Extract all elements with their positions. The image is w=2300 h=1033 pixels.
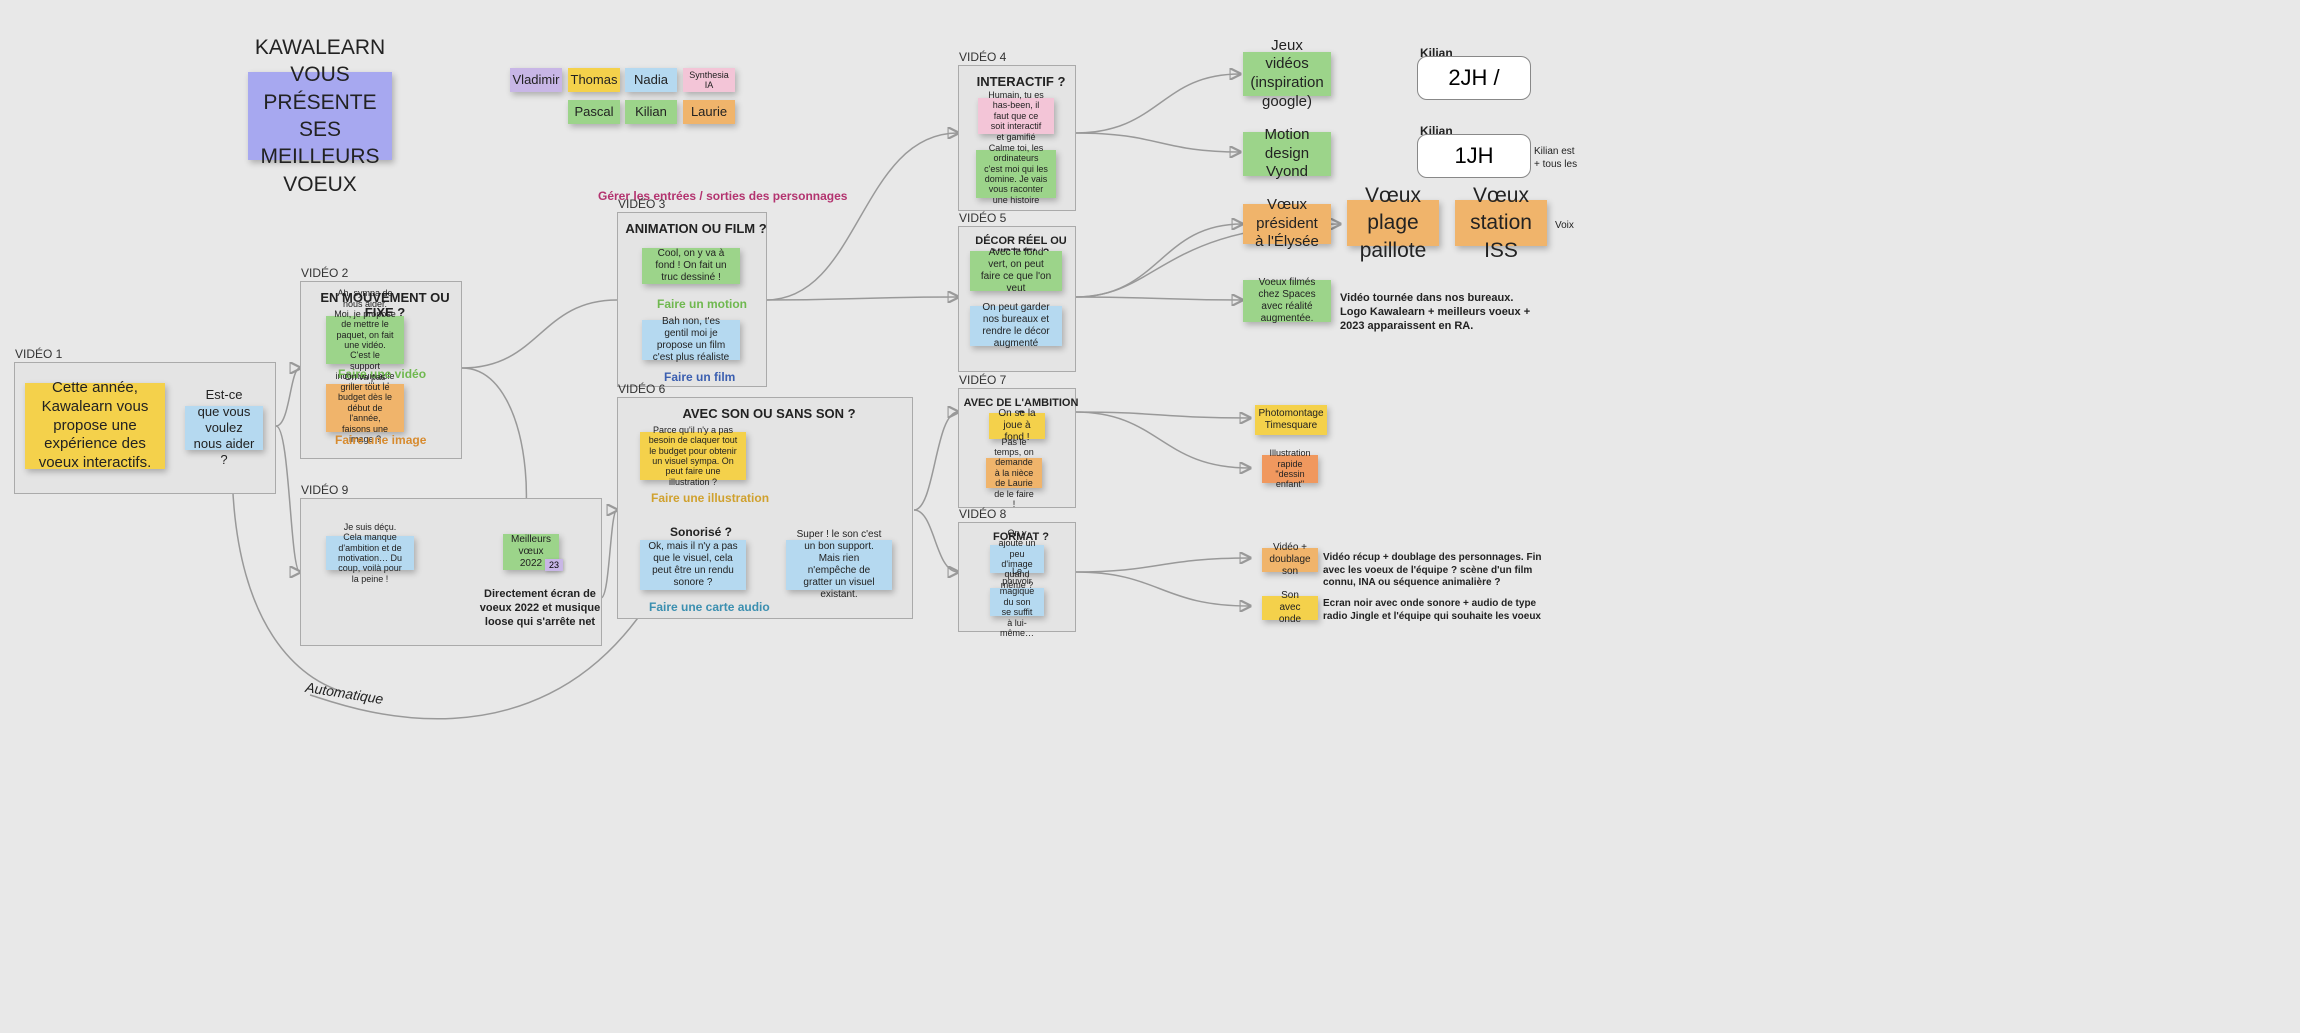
v6-note2[interactable]: Ok, mais il n'y a pas que le visuel, cel… <box>640 540 746 590</box>
frame-label: VIDÉO 7 <box>959 373 1006 389</box>
person-vladimir[interactable]: Vladimir <box>510 68 562 92</box>
out-ra[interactable]: Voeux filmés chez Spaces avec réalité au… <box>1243 280 1331 322</box>
person-thomas[interactable]: Thomas <box>568 68 620 92</box>
v7-note2[interactable]: Pas le temps, on demande à la nièce de L… <box>986 458 1042 488</box>
frame-label: VIDÉO 1 <box>15 347 62 363</box>
out-onde[interactable]: Son avec onde <box>1262 596 1318 620</box>
out-jeux[interactable]: Jeux vidéos (inspiration google) <box>1243 52 1331 96</box>
person-kilian[interactable]: Kilian <box>625 100 677 124</box>
frame-title: INTERACTIF ? <box>959 66 1083 93</box>
out-plage[interactable]: Vœux plage paillote <box>1347 200 1439 246</box>
v5-note1[interactable]: Avec le fond vert, on peut faire ce que … <box>970 251 1062 291</box>
v4-note2[interactable]: Calme toi, les ordinateurs c'est moi qui… <box>976 150 1056 198</box>
out-ill[interactable]: Illustration rapide "dessin enfant" <box>1262 455 1318 483</box>
v9-tag[interactable]: 23 <box>545 559 563 571</box>
out-times[interactable]: Photomontage Timesquare <box>1255 405 1327 435</box>
person-pascal[interactable]: Pascal <box>568 100 620 124</box>
v6-cap1: Faire une illustration <box>651 491 769 505</box>
v3-cap1: Faire un motion <box>657 297 747 311</box>
frame-label: VIDÉO 5 <box>959 211 1006 227</box>
out-elysee[interactable]: Vœux président à l'Élysée <box>1243 204 1331 244</box>
v6-note3[interactable]: Super ! le son c'est un bon support. Mai… <box>786 540 892 590</box>
out-doub-desc: Vidéo récup + doublage des personnages. … <box>1323 552 1553 590</box>
v4-note1[interactable]: Humain, tu es has-been, il faut que ce s… <box>978 98 1054 134</box>
frame-title: AVEC SON OU SANS SON ? <box>618 398 920 425</box>
frame-label: VIDÉO 4 <box>959 50 1006 66</box>
title-sticky[interactable]: KAWALEARN VOUS PRÉSENTE SES MEILLEURS VO… <box>248 72 392 160</box>
voix: Voix <box>1555 220 1574 233</box>
v6-cap2: Faire une carte audio <box>649 600 770 614</box>
v8-note2[interactable]: Le pouvoir magique du son se suffit à lu… <box>990 588 1044 616</box>
v6-sub: Sonorisé ? <box>670 525 732 539</box>
auto-label: Automatique <box>304 679 384 709</box>
v1-note1[interactable]: Cette année, Kawalearn vous propose une … <box>25 383 165 469</box>
frame-label: VIDÉO 3 <box>618 197 665 213</box>
v9-note1[interactable]: Je suis déçu. Cela manque d'ambition et … <box>326 536 414 570</box>
out-ra-desc: Vidéo tournée dans nos bureaux. Logo Kaw… <box>1340 292 1540 333</box>
v2-cap2: Faire une image <box>335 433 426 447</box>
out-iss[interactable]: Vœux station ISS <box>1455 200 1547 246</box>
v1-note2[interactable]: Est-ce que vous voulez nous aider ? <box>185 406 263 450</box>
v9-cap: Directement écran de voeux 2022 et musiq… <box>470 588 610 629</box>
frame-label: VIDÉO 9 <box>301 483 348 499</box>
whiteboard-canvas[interactable]: KAWALEARN VOUS PRÉSENTE SES MEILLEURS VO… <box>0 0 2300 1033</box>
person-synthesia[interactable]: Synthesia IA <box>683 68 735 92</box>
v3-note2[interactable]: Bah non, t'es gentil moi je propose un f… <box>642 320 740 360</box>
box-1jh[interactable]: 1JH <box>1417 134 1531 178</box>
kilianest: Kilian est + tous les <box>1534 146 1580 171</box>
out-onde-desc: Ecran noir avec onde sonore + audio de t… <box>1323 598 1553 623</box>
v2-note2[interactable]: On va pas griller tout le budget dès le … <box>326 384 404 432</box>
frame-label: VIDÉO 6 <box>618 382 665 398</box>
v2-note1[interactable]: Ah, sympa de nous aider. Moi, je propose… <box>326 316 404 364</box>
out-doub[interactable]: Vidéo + doublage son <box>1262 548 1318 572</box>
v3-note1[interactable]: Cool, on y va à fond ! On fait un truc d… <box>642 248 740 284</box>
box-2jh[interactable]: 2JH / <box>1417 56 1531 100</box>
frame-label: VIDÉO 2 <box>301 266 348 282</box>
out-motion[interactable]: Motion design Vyond <box>1243 132 1331 176</box>
v5-note2[interactable]: On peut garder nos bureaux et rendre le … <box>970 306 1062 346</box>
v7-note1[interactable]: On se la joue à fond ! <box>989 413 1045 439</box>
person-laurie[interactable]: Laurie <box>683 100 735 124</box>
title-text: KAWALEARN VOUS PRÉSENTE SES MEILLEURS VO… <box>255 34 385 198</box>
v3-cap2: Faire un film <box>664 370 735 384</box>
v6-note1[interactable]: Parce qu'il n'y a pas besoin de claquer … <box>640 432 746 480</box>
frame-label: VIDÉO 8 <box>959 507 1006 523</box>
person-nadia[interactable]: Nadia <box>625 68 677 92</box>
frame-title: ANIMATION OU FILM ? <box>618 213 774 240</box>
